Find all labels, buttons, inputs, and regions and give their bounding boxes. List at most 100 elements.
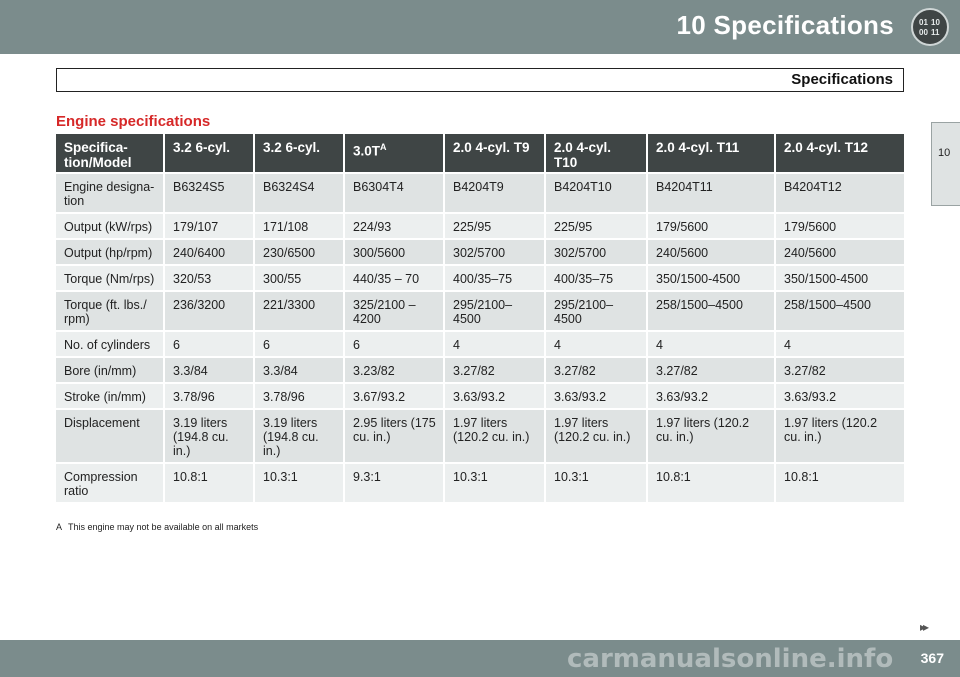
table-cell: 3.3/84 <box>165 356 255 382</box>
footnote-marker[interactable]: A <box>380 142 387 152</box>
table-cell: 3.19 liters (194.8 cu. in.) <box>165 408 255 462</box>
table-cell: B6324S4 <box>255 172 345 212</box>
column-header: 3.2 6-cyl. <box>165 134 255 172</box>
icon-digit: 10 <box>931 18 940 27</box>
table-cell: 225/95 <box>445 212 546 238</box>
table-cell: B4204T11 <box>648 172 776 212</box>
row-label: No. of cylinders <box>56 330 165 356</box>
table-cell: B4204T10 <box>546 172 648 212</box>
table-row: Bore (in/mm) 3.3/84 3.3/84 3.23/82 3.27/82 3.… <box>56 356 904 382</box>
table-cell: B4204T9 <box>445 172 546 212</box>
table-title: Engine specifications <box>56 113 211 130</box>
table-cell: B6324S5 <box>165 172 255 212</box>
table-cell: 3.23/82 <box>345 356 445 382</box>
table-cell: B6304T4 <box>345 172 445 212</box>
icon-digit: 01 <box>919 18 928 27</box>
table-cell: 6 <box>165 330 255 356</box>
table-cell: 325/2100 – 4200 <box>345 290 445 330</box>
table-row: Output (kW/rps) 179/107 171/108 224/93 225/9… <box>56 212 904 238</box>
table-cell: 258/1500–4500 <box>776 290 904 330</box>
table-cell: 179/5600 <box>648 212 776 238</box>
table-cell: 10.3:1 <box>445 462 546 502</box>
chapter-title: 10 Specifications <box>676 10 894 40</box>
table-cell: 4 <box>648 330 776 356</box>
chapter-binary-icon: 01 10 00 11 <box>911 8 949 46</box>
table-row: Output (hp/rpm) 240/6400 230/6500 300/5600 3… <box>56 238 904 264</box>
table-cell: 3.19 liters (194.8 cu. in.) <box>255 408 345 462</box>
icon-digit: 11 <box>931 28 940 37</box>
table-cell: 320/53 <box>165 264 255 290</box>
column-header: 2.0 4-cyl. T11 <box>648 134 776 172</box>
table-cell: 350/1500-4500 <box>776 264 904 290</box>
chapter-side-tab[interactable]: 10 <box>931 122 960 206</box>
row-label: Compression ratio <box>56 462 165 502</box>
table-row: Stroke (in/mm) 3.78/96 3.78/96 3.67/93.2 3.6… <box>56 382 904 408</box>
table-cell: 179/5600 <box>776 212 904 238</box>
table-cell: 440/35 – 70 <box>345 264 445 290</box>
section-title: Specifications <box>791 71 893 88</box>
table-cell: 1.97 liters (120.2 cu. in.) <box>546 408 648 462</box>
table-cell: 295/2100– 4500 <box>546 290 648 330</box>
table-cell: 400/35–75 <box>546 264 648 290</box>
table-cell: 3.27/82 <box>648 356 776 382</box>
table-cell: 6 <box>255 330 345 356</box>
table-cell: 300/55 <box>255 264 345 290</box>
table-cell: 1.97 liters (120.2 cu. in.) <box>648 408 776 462</box>
table-cell: 400/35–75 <box>445 264 546 290</box>
table-cell: 3.63/93.2 <box>445 382 546 408</box>
table-cell: 302/5700 <box>546 238 648 264</box>
footnote-text: This engine may not be available on all … <box>68 522 259 532</box>
table-cell: 10.8:1 <box>776 462 904 502</box>
row-label: Torque (Nm/rps) <box>56 264 165 290</box>
table-cell: 1.97 liters (120.2 cu. in.) <box>445 408 546 462</box>
table-cell: 3.78/96 <box>165 382 255 408</box>
table-cell: 3.27/82 <box>445 356 546 382</box>
table-row: Compression ratio 10.8:1 10.3:1 9.3:1 10.3:1… <box>56 462 904 502</box>
table-cell: 350/1500-4500 <box>648 264 776 290</box>
column-header: 2.0 4-cyl. T10 <box>546 134 648 172</box>
table-cell: 3.63/93.2 <box>546 382 648 408</box>
table-cell: 240/6400 <box>165 238 255 264</box>
icon-digit: 00 <box>919 28 928 37</box>
row-label: Torque (ft. lbs./ rpm) <box>56 290 165 330</box>
table-row: Engine designa- tion B6324S5 B6324S4 B6304T… <box>56 172 904 212</box>
table-cell: B4204T12 <box>776 172 904 212</box>
column-header: 2.0 4-cyl. T9 <box>445 134 546 172</box>
footnote: A This engine may not be available on all… <box>56 522 258 532</box>
table-cell: 3.63/93.2 <box>776 382 904 408</box>
table-cell: 9.3:1 <box>345 462 445 502</box>
table-cell: 4 <box>445 330 546 356</box>
row-label: Stroke (in/mm) <box>56 382 165 408</box>
table-cell: 225/95 <box>546 212 648 238</box>
table-cell: 4 <box>546 330 648 356</box>
engine-specs-table: Specifica- tion/Model 3.2 6-cyl. 3.2 6-c… <box>56 134 904 502</box>
footnote-marker: A <box>56 522 63 532</box>
table-cell: 240/5600 <box>648 238 776 264</box>
table-cell: 295/2100– 4500 <box>445 290 546 330</box>
next-page-arrows-icon[interactable]: ▸▸ <box>920 620 929 634</box>
side-tab-label: 10 <box>938 147 951 159</box>
table-cell: 179/107 <box>165 212 255 238</box>
table-cell: 3.27/82 <box>776 356 904 382</box>
table-cell: 10.8:1 <box>165 462 255 502</box>
table-cell: 171/108 <box>255 212 345 238</box>
table-cell: 230/6500 <box>255 238 345 264</box>
row-label: Output (hp/rpm) <box>56 238 165 264</box>
row-label: Displacement <box>56 408 165 462</box>
table-cell: 3.27/82 <box>546 356 648 382</box>
column-header: 3.2 6-cyl. <box>255 134 345 172</box>
row-label: Engine designa- tion <box>56 172 165 212</box>
table-cell: 4 <box>776 330 904 356</box>
table-cell: 3.78/96 <box>255 382 345 408</box>
row-label: Bore (in/mm) <box>56 356 165 382</box>
table-cell: 224/93 <box>345 212 445 238</box>
table-cell: 300/5600 <box>345 238 445 264</box>
table-header-row: Specifica- tion/Model 3.2 6-cyl. 3.2 6-c… <box>56 134 904 172</box>
column-header: Specifica- tion/Model <box>56 134 165 172</box>
table-row: Torque (ft. lbs./ rpm) 236/3200 221/3300 32… <box>56 290 904 330</box>
table-cell: 240/5600 <box>776 238 904 264</box>
table-row: No. of cylinders 6 6 6 4 4 4 4 <box>56 330 904 356</box>
table-cell: 258/1500–4500 <box>648 290 776 330</box>
column-header: 3.0TA <box>345 134 445 172</box>
section-header: Specifications <box>56 68 904 92</box>
